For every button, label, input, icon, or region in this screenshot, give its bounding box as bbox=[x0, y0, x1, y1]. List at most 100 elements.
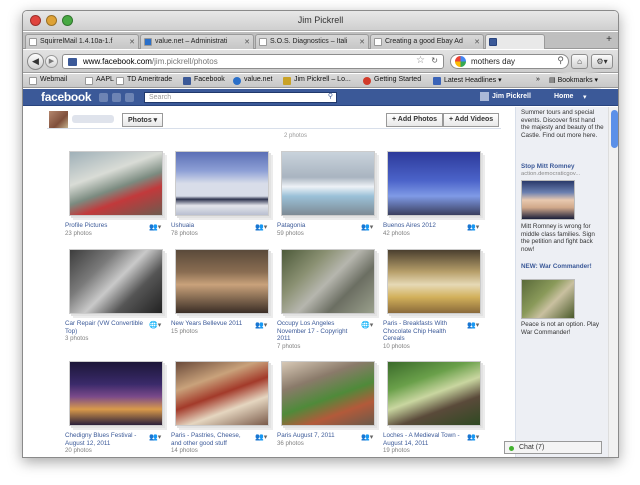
new-tab-button[interactable]: + bbox=[606, 34, 612, 45]
search-icon[interactable]: ⚲ bbox=[557, 55, 564, 66]
album-count: 3 photos bbox=[65, 335, 89, 343]
tab-facebook[interactable] bbox=[485, 34, 545, 49]
facebook-icon bbox=[489, 38, 497, 46]
album-title[interactable]: Profile Pictures bbox=[65, 222, 107, 229]
privacy-friends-icon[interactable]: 👥▾ bbox=[361, 223, 373, 231]
album-count: 42 photos bbox=[383, 229, 410, 237]
privacy-friends-icon[interactable]: 👥▾ bbox=[255, 223, 267, 231]
album-cover[interactable] bbox=[175, 361, 269, 426]
privacy-friends-icon[interactable]: 👥▾ bbox=[467, 223, 479, 231]
bookmarks-icon: ▤ bbox=[549, 77, 558, 84]
home-link[interactable]: Home bbox=[554, 93, 573, 100]
facebook-search-input[interactable]: Search ⚲ bbox=[144, 92, 337, 103]
album-cover[interactable] bbox=[281, 361, 375, 426]
friend-requests-icon[interactable] bbox=[99, 93, 108, 102]
bookmark-facebook[interactable]: Facebook bbox=[183, 76, 225, 85]
notifications-icon[interactable] bbox=[125, 93, 134, 102]
forward-button[interactable]: ▶ bbox=[45, 55, 58, 68]
tab-label: SquirrelMail 1.4.10a-1.f bbox=[40, 38, 113, 45]
album-title[interactable]: Paris August 7, 2011 bbox=[277, 432, 335, 439]
add-videos-button[interactable]: + Add Videos bbox=[443, 113, 500, 127]
bookmark-td-ameritrade[interactable]: TD Ameritrade bbox=[116, 76, 172, 85]
privacy-public-icon[interactable]: 🌐▾ bbox=[361, 321, 373, 329]
home-button[interactable]: ⌂ bbox=[571, 54, 588, 69]
privacy-friends-icon[interactable]: 👥▾ bbox=[467, 433, 479, 441]
back-button[interactable]: ◀ bbox=[27, 53, 44, 70]
online-status-icon bbox=[509, 446, 514, 451]
ad-romney-text[interactable]: Mitt Romney is wrong for middle class fa… bbox=[521, 223, 605, 253]
tools-button[interactable]: ⚙▾ bbox=[591, 54, 613, 69]
album-title[interactable]: Paris - Breakfasts With Chocolate Chip H… bbox=[383, 320, 447, 342]
privacy-friends-icon[interactable]: 👥▾ bbox=[255, 433, 267, 441]
album-cover[interactable] bbox=[69, 361, 163, 426]
close-tab-icon[interactable]: ✕ bbox=[244, 38, 250, 46]
privacy-friends-icon[interactable]: 👥▾ bbox=[149, 223, 161, 231]
chat-bar[interactable]: Chat (7) bbox=[504, 441, 602, 454]
value-net-icon bbox=[233, 77, 241, 85]
album-cover[interactable] bbox=[69, 249, 163, 314]
ad-war-commander-title[interactable]: NEW: War Commander! bbox=[521, 263, 605, 271]
album-title[interactable]: Paris - Pastries, Cheese, and other good… bbox=[171, 432, 241, 447]
check-icon bbox=[283, 77, 291, 85]
page-icon bbox=[29, 77, 37, 85]
tab-ebay-ad[interactable]: Creating a good Ebay Ad ✕ bbox=[370, 34, 484, 49]
tab-sos-diagnostics[interactable]: S.O.S. Diagnostics – Itali ✕ bbox=[255, 34, 369, 49]
bookmark-jim-pickrell[interactable]: Jim Pickrell – Lo... bbox=[283, 76, 351, 85]
search-icon[interactable]: ⚲ bbox=[328, 92, 333, 100]
url-bar[interactable]: www.facebook.com/jim.pickrell/photos ☆ ↻ bbox=[62, 54, 444, 69]
album-cover[interactable] bbox=[387, 151, 481, 216]
album-title[interactable]: Patagonia bbox=[277, 222, 305, 229]
ad-romney-title[interactable]: Stop Mitt Romney bbox=[521, 163, 605, 171]
profile-thumbnail[interactable] bbox=[49, 111, 68, 128]
title-bar: Jim Pickrell bbox=[23, 11, 618, 31]
privacy-friends-icon[interactable]: 👥▾ bbox=[361, 433, 373, 441]
photos-dropdown[interactable]: Photos ▾ bbox=[122, 113, 164, 127]
chevron-overflow-icon[interactable]: » bbox=[536, 76, 540, 83]
privacy-friends-icon[interactable]: 👥▾ bbox=[255, 321, 267, 329]
vertical-scrollbar[interactable] bbox=[608, 107, 618, 457]
account-menu-icon[interactable]: ▾ bbox=[583, 93, 587, 101]
privacy-friends-icon[interactable]: 👥▾ bbox=[467, 321, 479, 329]
privacy-friends-icon[interactable]: 👥▾ bbox=[149, 433, 161, 441]
search-bar[interactable]: mothers day ⚲ bbox=[450, 54, 569, 69]
album-title[interactable]: Chedigny Blues Festival - August 12, 201… bbox=[65, 432, 136, 447]
ad-romney-image[interactable] bbox=[521, 180, 575, 220]
album-cover[interactable] bbox=[387, 361, 481, 426]
album-title[interactable]: Car Repair (VW Convertible Top) bbox=[65, 320, 143, 335]
privacy-public-icon[interactable]: 🌐▾ bbox=[149, 321, 161, 329]
album-cover[interactable] bbox=[281, 249, 375, 314]
tab-value-net[interactable]: value.net – Administrati ✕ bbox=[140, 34, 254, 49]
album-cover[interactable] bbox=[175, 151, 269, 216]
ads-sidebar: Summer tours and special events. Discove… bbox=[515, 107, 608, 457]
ad-romney-source[interactable]: action.democraticgov... bbox=[521, 171, 605, 178]
scrollbar-thumb[interactable] bbox=[611, 110, 618, 148]
album-title[interactable]: Occupy Los Angeles November 17 - Copyrig… bbox=[277, 320, 347, 342]
album-cover[interactable] bbox=[281, 151, 375, 216]
bookmark-aapl[interactable]: AAPL bbox=[85, 76, 114, 85]
close-tab-icon[interactable]: ✕ bbox=[359, 38, 365, 46]
ad-war-commander-text[interactable]: Peace is not an option. Play War Command… bbox=[521, 321, 605, 336]
messages-icon[interactable] bbox=[112, 93, 121, 102]
album-title[interactable]: New Years Bellevue 2011 bbox=[171, 320, 242, 327]
bookmark-getting-started[interactable]: Getting Started bbox=[363, 76, 421, 85]
ad-castle-text[interactable]: Summer tours and special events. Discove… bbox=[521, 109, 605, 139]
add-photos-button[interactable]: + Add Photos bbox=[386, 113, 444, 127]
reload-icon[interactable]: ↻ bbox=[431, 56, 438, 65]
bookmark-star-icon[interactable]: ☆ bbox=[416, 55, 425, 66]
album-cover[interactable] bbox=[387, 249, 481, 314]
album-title[interactable]: Buenos Aires 2012 bbox=[383, 222, 436, 229]
close-tab-icon[interactable]: ✕ bbox=[474, 38, 480, 46]
ad-war-commander-image[interactable] bbox=[521, 279, 575, 319]
close-tab-icon[interactable]: ✕ bbox=[129, 38, 135, 46]
facebook-logo[interactable]: facebook bbox=[41, 90, 92, 104]
tab-squirrelmail[interactable]: SquirrelMail 1.4.10a-1.f ✕ bbox=[25, 34, 139, 49]
album-title[interactable]: Ushuaia bbox=[171, 222, 194, 229]
album-title[interactable]: Loches - A Medieval Town - August 14, 20… bbox=[383, 432, 460, 447]
bookmark-webmail[interactable]: Webmail bbox=[29, 76, 67, 85]
bookmarks-menu[interactable]: ▤ Bookmarks ▾ bbox=[549, 76, 598, 84]
album-cover[interactable] bbox=[175, 249, 269, 314]
bookmark-latest-headlines[interactable]: Latest Headlines ▾ bbox=[433, 76, 502, 85]
album-cover[interactable] bbox=[69, 151, 163, 216]
bookmark-value-net[interactable]: value.net bbox=[233, 76, 272, 85]
profile-link[interactable]: Jim Pickrell bbox=[480, 92, 531, 101]
